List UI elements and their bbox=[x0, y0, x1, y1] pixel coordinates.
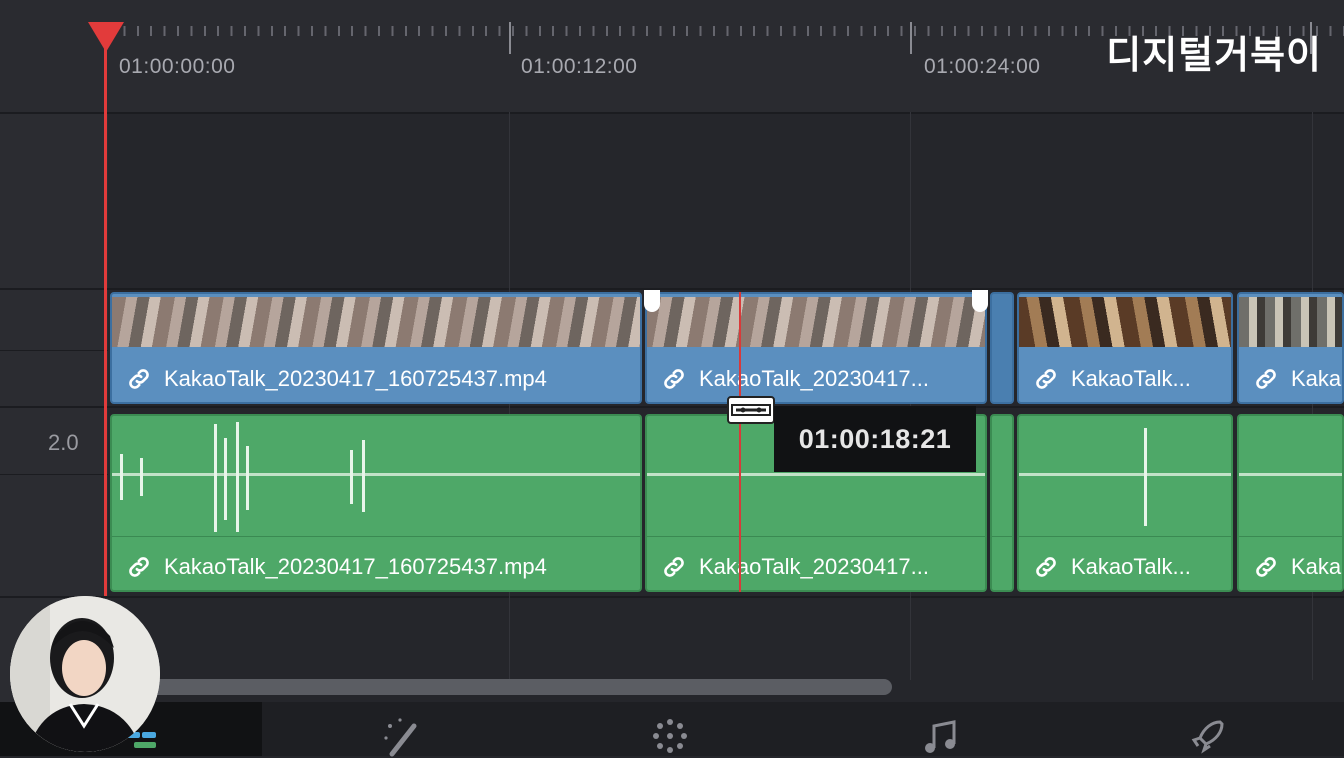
color-wheel-icon[interactable] bbox=[648, 714, 692, 758]
timecode-tooltip: 01:00:18:21 bbox=[774, 406, 976, 472]
clip-name: KakaoTalk_20230417... bbox=[699, 554, 929, 579]
playhead-line[interactable] bbox=[104, 40, 107, 596]
link-icon bbox=[664, 369, 684, 389]
link-icon bbox=[1256, 369, 1276, 389]
clip-label: KakaoTalk_20230417_160725437.mp4 bbox=[126, 554, 547, 580]
clip-name: KakaoTalk_20230417_160725437.mp4 bbox=[164, 554, 547, 579]
link-icon bbox=[129, 557, 149, 577]
clip-thumbnail-strip bbox=[1239, 297, 1342, 347]
audio-waveform bbox=[1019, 473, 1231, 476]
ruler-timecode: 01:00:00:00 bbox=[119, 55, 236, 78]
presenter-webcam bbox=[10, 596, 160, 752]
channel-watermark: 디지털거북이 bbox=[1106, 35, 1322, 77]
audio-waveform bbox=[647, 473, 985, 476]
link-icon bbox=[129, 369, 149, 389]
waveform-peak bbox=[120, 454, 123, 500]
blade-cut-line bbox=[739, 292, 741, 592]
clip-thumbnail-strip bbox=[112, 297, 640, 347]
lane-separator bbox=[0, 406, 1344, 408]
video-clip[interactable]: KakaoTalk... bbox=[1017, 292, 1233, 404]
header-divider bbox=[0, 350, 108, 351]
waveform-peak bbox=[362, 440, 365, 512]
clip-name: KakaoTalk... bbox=[1071, 366, 1191, 391]
link-icon bbox=[1256, 557, 1276, 577]
lane-separator bbox=[0, 112, 1344, 114]
clip-divider bbox=[1239, 536, 1342, 537]
audio-clip-small[interactable] bbox=[990, 414, 1014, 592]
ruler-major-tick bbox=[509, 22, 511, 54]
audio-clip[interactable]: KakaoTalk_20230417_160725437.mp4 bbox=[110, 414, 642, 592]
clip-divider bbox=[112, 536, 640, 537]
clip-label: KakaoTalk... bbox=[1033, 554, 1191, 580]
clip-name: KakaoTalk_20230417_160725437.mp4 bbox=[164, 366, 547, 391]
waveform-peak bbox=[140, 458, 143, 496]
clip-name: Kaka bbox=[1291, 366, 1342, 391]
ruler-major-tick bbox=[910, 22, 912, 54]
magic-wand-icon[interactable] bbox=[380, 714, 424, 758]
clip-label: KakaoTalk_20230417... bbox=[661, 554, 929, 580]
ruler-timecode: 01:00:12:00 bbox=[521, 55, 638, 78]
clip-name: KakaoTalk... bbox=[1071, 554, 1191, 579]
clip-label: Kaka bbox=[1253, 366, 1341, 392]
link-icon bbox=[664, 557, 684, 577]
clip-thumbnail-strip bbox=[1019, 297, 1231, 347]
audio-clip[interactable]: Kaka bbox=[1237, 414, 1344, 592]
trim-handle-right[interactable] bbox=[972, 290, 988, 312]
rocket-icon[interactable] bbox=[1186, 714, 1230, 758]
link-icon bbox=[1036, 557, 1056, 577]
clip-label: KakaoTalk_20230417... bbox=[661, 366, 929, 392]
waveform-peak bbox=[246, 446, 249, 510]
waveform-peak bbox=[214, 424, 217, 532]
waveform-peak bbox=[224, 438, 227, 520]
clip-thumbnail-strip bbox=[647, 297, 985, 347]
clip-divider bbox=[647, 536, 985, 537]
presenter-figure bbox=[10, 596, 160, 752]
razor-blade-icon bbox=[727, 396, 775, 424]
clip-divider bbox=[1019, 536, 1231, 537]
waveform-peak bbox=[236, 422, 239, 532]
waveform-peak bbox=[350, 450, 353, 504]
video-clip[interactable]: Kaka bbox=[1237, 292, 1344, 404]
audio-track-level: 2.0 bbox=[48, 430, 79, 455]
video-clip-small[interactable] bbox=[990, 292, 1014, 404]
clip-name: KakaoTalk_20230417... bbox=[699, 366, 929, 391]
ruler-timecode: 01:00:24:00 bbox=[924, 55, 1041, 78]
waveform-peak bbox=[1144, 428, 1147, 526]
video-clip[interactable]: KakaoTalk_20230417... bbox=[645, 292, 987, 404]
clip-label: Kaka bbox=[1253, 554, 1341, 580]
clip-name: Kaka bbox=[1291, 554, 1342, 579]
razor-blade-glyph bbox=[731, 404, 771, 416]
clip-label: KakaoTalk_20230417_160725437.mp4 bbox=[126, 366, 547, 392]
audio-waveform bbox=[1239, 473, 1342, 476]
header-divider bbox=[0, 474, 108, 475]
video-clip[interactable]: KakaoTalk_20230417_160725437.mp4 bbox=[110, 292, 642, 404]
audio-clip[interactable]: KakaoTalk... bbox=[1017, 414, 1233, 592]
lane-separator bbox=[0, 596, 1344, 598]
trim-handle-left[interactable] bbox=[644, 290, 660, 312]
link-icon bbox=[1036, 369, 1056, 389]
audio-waveform bbox=[112, 473, 640, 476]
music-note-icon[interactable] bbox=[918, 714, 962, 758]
playhead-marker[interactable] bbox=[88, 22, 124, 52]
lane-separator bbox=[0, 288, 1344, 290]
scrollbar-thumb[interactable] bbox=[150, 679, 892, 695]
clip-label: KakaoTalk... bbox=[1033, 366, 1191, 392]
clip-divider bbox=[992, 536, 1012, 537]
